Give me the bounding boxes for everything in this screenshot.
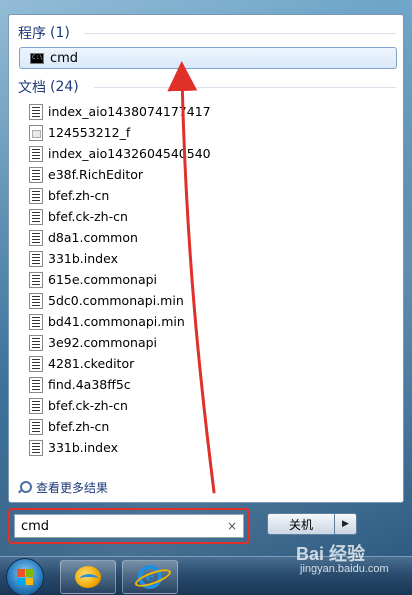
- image-file-icon: [29, 124, 43, 141]
- documents-divider: [94, 87, 396, 88]
- see-more-results-link[interactable]: 查看更多结果: [17, 479, 108, 496]
- shutdown-button[interactable]: 关机: [267, 513, 335, 535]
- list-item[interactable]: 5dc0.commonapi.min: [29, 290, 389, 311]
- documents-header-label: 文档: [18, 80, 46, 96]
- search-input[interactable]: [21, 518, 227, 534]
- shutdown-options-button[interactable]: ▶: [335, 513, 357, 535]
- list-item[interactable]: index_aio1432604540540: [29, 143, 389, 164]
- list-item[interactable]: bd41.commonapi.min: [29, 311, 389, 332]
- document-label: 5dc0.commonapi.min: [48, 293, 184, 308]
- document-label: bd41.commonapi.min: [48, 314, 185, 329]
- document-label: 124553212_f: [48, 125, 131, 140]
- document-icon: [29, 418, 43, 435]
- list-item[interactable]: 4281.ckeditor: [29, 353, 389, 374]
- list-item[interactable]: e38f.RichEditor: [29, 164, 389, 185]
- document-label: bfef.zh-cn: [48, 188, 110, 203]
- document-icon: [29, 397, 43, 414]
- document-label: bfef.zh-cn: [48, 419, 110, 434]
- list-item[interactable]: bfef.ck-zh-cn: [29, 206, 389, 227]
- list-item[interactable]: 615e.commonapi: [29, 269, 389, 290]
- document-label: d8a1.common: [48, 230, 138, 245]
- programs-group-header: 程序 (1): [18, 23, 70, 43]
- document-icon: [29, 187, 43, 204]
- taskbar-app-qq[interactable]: [60, 560, 116, 594]
- search-results-panel: 程序 (1) C:\ cmd 文档 (24) index_aio14380741…: [8, 14, 404, 503]
- list-item[interactable]: d8a1.common: [29, 227, 389, 248]
- document-icon: [29, 292, 43, 309]
- list-item[interactable]: 3e92.commonapi: [29, 332, 389, 353]
- document-label: 4281.ckeditor: [48, 356, 135, 371]
- search-box: ×: [14, 514, 244, 538]
- watermark-url: jingyan.baidu.com: [300, 563, 389, 575]
- windows-logo-icon: [17, 569, 33, 585]
- document-label: find.4a38ff5c: [48, 377, 131, 392]
- document-icon: [29, 271, 43, 288]
- document-label: e38f.RichEditor: [48, 167, 144, 182]
- list-item[interactable]: bfef.zh-cn: [29, 416, 389, 437]
- qq-browser-icon: [75, 566, 101, 588]
- document-icon: [29, 250, 43, 267]
- document-label: 615e.commonapi: [48, 272, 158, 287]
- document-icon: [29, 145, 43, 162]
- document-icon: [29, 334, 43, 351]
- document-icon: [29, 439, 43, 456]
- list-item[interactable]: bfef.zh-cn: [29, 185, 389, 206]
- document-label: bfef.ck-zh-cn: [48, 398, 128, 413]
- list-item[interactable]: find.4a38ff5c: [29, 374, 389, 395]
- document-label: index_aio1432604540540: [48, 146, 211, 161]
- clear-search-button[interactable]: ×: [227, 519, 237, 533]
- programs-divider: [84, 33, 396, 34]
- document-icon: [29, 313, 43, 330]
- internet-explorer-icon: e: [138, 565, 162, 589]
- document-icon: [29, 208, 43, 225]
- list-item[interactable]: 124553212_f: [29, 122, 389, 143]
- documents-list: index_aio1438074177417 124553212_f index…: [29, 101, 389, 458]
- document-label: 331b.index: [48, 251, 118, 266]
- magnifier-icon: [17, 480, 32, 495]
- programs-count: (1): [50, 25, 70, 41]
- search-box-highlight: ×: [8, 508, 250, 544]
- documents-count: (24): [50, 79, 79, 95]
- document-icon: [29, 229, 43, 246]
- list-item[interactable]: 331b.index: [29, 437, 389, 458]
- taskbar-app-ie[interactable]: e: [122, 560, 178, 594]
- document-label: index_aio1438074177417: [48, 104, 211, 119]
- document-icon: [29, 103, 43, 120]
- document-icon: [29, 376, 43, 393]
- list-item[interactable]: 331b.index: [29, 248, 389, 269]
- document-icon: [29, 166, 43, 183]
- document-label: 3e92.commonapi: [48, 335, 158, 350]
- documents-group-header: 文档 (24): [18, 77, 79, 97]
- document-label: 331b.index: [48, 440, 118, 455]
- document-icon: [29, 355, 43, 372]
- see-more-results-label: 查看更多结果: [36, 481, 109, 495]
- programs-header-label: 程序: [18, 26, 46, 42]
- document-label: bfef.ck-zh-cn: [48, 209, 128, 224]
- list-item[interactable]: bfef.ck-zh-cn: [29, 395, 389, 416]
- cmd-console-icon: C:\: [30, 52, 44, 64]
- shutdown-control: 关机 ▶: [267, 513, 357, 535]
- program-item-cmd[interactable]: C:\ cmd: [19, 47, 397, 69]
- start-button[interactable]: [6, 558, 44, 595]
- program-item-label: cmd: [50, 50, 79, 66]
- list-item[interactable]: index_aio1438074177417: [29, 101, 389, 122]
